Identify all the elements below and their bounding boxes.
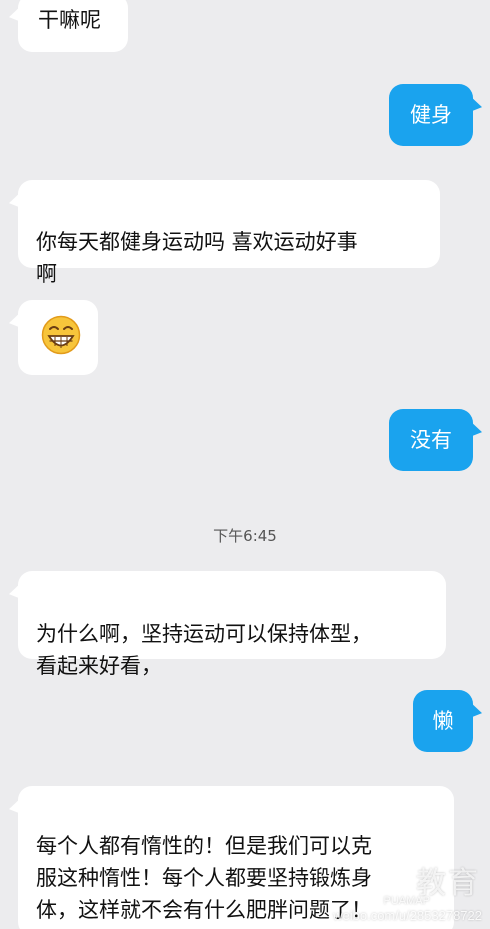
message-text: 干嘛呢 [38,8,101,32]
message-text: 健身 [410,103,452,127]
watermark-url: weibo.com/u/2853278722 [333,908,482,923]
message-text: 没有 [410,428,452,452]
incoming-message[interactable]: 为什么啊，坚持运动可以保持体型， 看起来好看， [18,571,446,678]
chat-conversation: 干嘛呢 健身 你每天都健身运动吗 喜欢运动好事 啊 没有 下午6:45 为什么啊… [0,0,490,929]
message-text: 你每天都健身运动吗 喜欢运动好事 啊 [36,230,358,286]
watermark-subtitle: PUAMAP [383,895,430,907]
message-text: 每个人都有惰性的！但是我们可以克 服这种惰性！每个人都要坚持锻炼身 体，这样就不… [36,834,372,922]
outgoing-message[interactable]: 健身 [389,84,473,146]
grinning-face-icon [41,315,81,355]
outgoing-message[interactable]: 没有 [389,409,473,471]
message-text: 懒 [432,709,454,733]
incoming-emoji-message[interactable] [18,300,98,375]
message-timestamp: 下午6:45 [213,527,277,545]
incoming-message[interactable]: 干嘛呢 [18,0,128,52]
outgoing-message[interactable]: 懒 [413,690,473,752]
incoming-message[interactable]: 你每天都健身运动吗 喜欢运动好事 啊 [18,180,440,286]
message-text: 为什么啊，坚持运动可以保持体型， 看起来好看， [36,622,372,678]
